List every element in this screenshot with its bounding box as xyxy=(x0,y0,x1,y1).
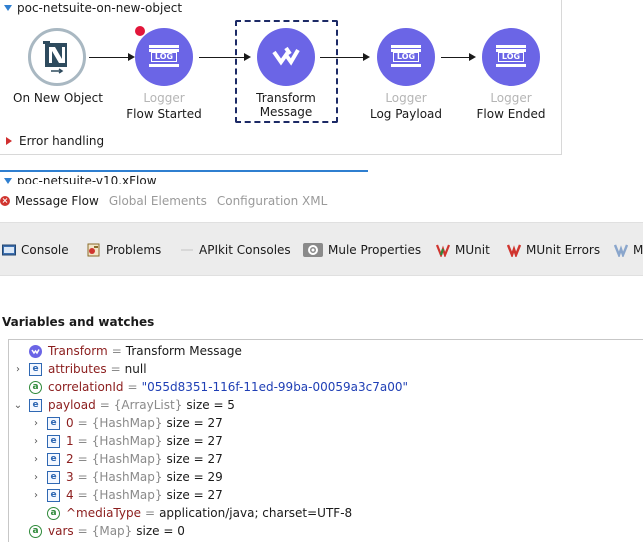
tab-message-flow[interactable]: × Message Flow xyxy=(0,194,99,208)
chevron-down-icon[interactable]: ⌄ xyxy=(13,400,23,411)
expand-triangle-icon[interactable] xyxy=(6,137,12,145)
chevron-right-icon[interactable]: › xyxy=(31,436,41,447)
flow-canvas[interactable]: poc-netsuite-on-new-object On New Object… xyxy=(0,0,562,155)
node-label-transform-line1: Transform xyxy=(256,91,316,105)
transform-icon xyxy=(272,46,300,66)
node-transform-message[interactable] xyxy=(257,28,315,86)
tab-mule-properties[interactable]: Mule Properties xyxy=(303,241,421,259)
apikit-icon xyxy=(180,243,194,257)
log-icon: LOG xyxy=(496,45,526,69)
tree-row-attributes[interactable]: › e attributes = null xyxy=(13,360,147,378)
collapse-triangle-icon[interactable] xyxy=(4,178,12,184)
node-label-log-payload: Log Payload xyxy=(369,107,443,121)
node-sub-logger: Logger xyxy=(143,91,185,105)
attribute-icon: a xyxy=(29,524,42,538)
node-sub-logger: Logger xyxy=(490,91,532,105)
chevron-right-icon[interactable]: › xyxy=(31,490,41,501)
node-label-flow-ended: Flow Ended xyxy=(476,107,546,121)
munit-icon xyxy=(435,243,451,259)
node-label-flow-started: Flow Started xyxy=(126,107,202,121)
tab-overflow[interactable]: M xyxy=(613,241,643,259)
tab-munit[interactable]: MUnit xyxy=(435,241,490,259)
tree-row-payload-item[interactable]: › e 1 = {HashMap} size = 27 xyxy=(31,432,223,450)
chevron-right-icon[interactable]: › xyxy=(13,364,23,375)
flow-arrow xyxy=(320,57,364,58)
element-icon: e xyxy=(29,362,42,376)
tree-row-payload-item[interactable]: › e 0 = {HashMap} size = 27 xyxy=(31,414,223,432)
element-icon: e xyxy=(47,470,60,484)
attribute-icon: a xyxy=(29,380,42,394)
element-icon: e xyxy=(47,434,60,448)
node-label-on-new-object: On New Object xyxy=(13,91,103,105)
flow-arrow xyxy=(89,57,129,58)
tab-apikit-consoles[interactable]: APIkit Consoles xyxy=(180,241,291,259)
chevron-right-icon[interactable]: › xyxy=(31,418,41,429)
tree-row-payload-item[interactable]: › e 2 = {HashMap} size = 27 xyxy=(31,450,223,468)
tree-row-payload-item[interactable]: › e 3 = {HashMap} size = 29 xyxy=(31,468,223,486)
second-flow-header[interactable]: poc-netsuite-v10.xFlow xyxy=(0,170,368,184)
tree-row-media-type[interactable]: a ^mediaType = application/java; charset… xyxy=(47,504,352,522)
tree-row-payload[interactable]: ⌄ e payload = {ArrayList} size = 5 xyxy=(13,396,235,414)
flow-title: poc-netsuite-on-new-object xyxy=(17,1,183,15)
node-sub-logger: Logger xyxy=(385,91,427,105)
flow-header[interactable]: poc-netsuite-on-new-object xyxy=(4,0,182,16)
tree-row-transform[interactable]: Transform = Transform Message xyxy=(29,342,242,360)
chevron-right-icon[interactable]: › xyxy=(31,472,41,483)
node-logger-flow-started[interactable]: LOG xyxy=(135,28,193,86)
variables-panel-title: Variables and watches xyxy=(2,315,155,329)
editor-tabs: × Message Flow Global Elements Configura… xyxy=(0,192,327,210)
chevron-right-icon[interactable]: › xyxy=(31,454,41,465)
tree-row-vars[interactable]: a vars = {Map} size = 0 xyxy=(29,522,185,540)
netsuite-connector-icon xyxy=(28,28,86,86)
error-icon: × xyxy=(0,196,10,206)
tab-configuration-xml[interactable]: Configuration XML xyxy=(217,194,327,208)
element-icon: e xyxy=(47,452,60,466)
node-logger-flow-ended[interactable]: LOG xyxy=(482,28,540,86)
tree-row-correlation-id[interactable]: a correlationId = "055d8351-116f-11ed-99… xyxy=(29,378,408,396)
tab-console[interactable]: Console xyxy=(2,241,69,259)
element-icon: e xyxy=(29,398,42,412)
element-icon: e xyxy=(47,416,60,430)
breakpoint-icon[interactable] xyxy=(135,26,145,36)
node-on-new-object[interactable] xyxy=(28,28,86,86)
tab-problems[interactable]: Problems xyxy=(87,241,161,259)
flow-arrow-head xyxy=(469,53,476,61)
second-flow-title: poc-netsuite-v10.xFlow xyxy=(17,174,157,184)
node-logger-log-payload[interactable]: LOG xyxy=(377,28,435,86)
element-icon: e xyxy=(47,488,60,502)
flow-arrow xyxy=(441,57,470,58)
munit-errors-icon xyxy=(506,243,522,259)
node-label-transform-line2: Message xyxy=(259,105,313,119)
log-icon: LOG xyxy=(391,45,421,69)
flow-arrow-head xyxy=(128,53,135,61)
flow-arrow-head xyxy=(363,53,370,61)
console-icon xyxy=(2,243,16,257)
problems-icon xyxy=(87,243,101,257)
tab-munit-errors[interactable]: MUnit Errors xyxy=(506,241,600,259)
variables-tree[interactable]: Transform = Transform Message › e attrib… xyxy=(8,339,643,542)
tab-global-elements[interactable]: Global Elements xyxy=(109,194,207,208)
collapse-triangle-icon[interactable] xyxy=(4,5,12,11)
gear-icon xyxy=(303,243,323,257)
log-icon: LOG xyxy=(149,45,179,69)
attribute-icon: a xyxy=(47,506,60,520)
views-toolbar: Console Problems APIkit Consoles Mule Pr… xyxy=(0,222,643,276)
error-handling-label: Error handling xyxy=(19,134,105,148)
tree-row-payload-item[interactable]: › e 4 = {HashMap} size = 27 xyxy=(31,486,223,504)
transform-icon xyxy=(29,344,42,358)
error-handling-section[interactable]: Error handling xyxy=(6,134,104,148)
munit-coverage-icon xyxy=(613,243,629,259)
